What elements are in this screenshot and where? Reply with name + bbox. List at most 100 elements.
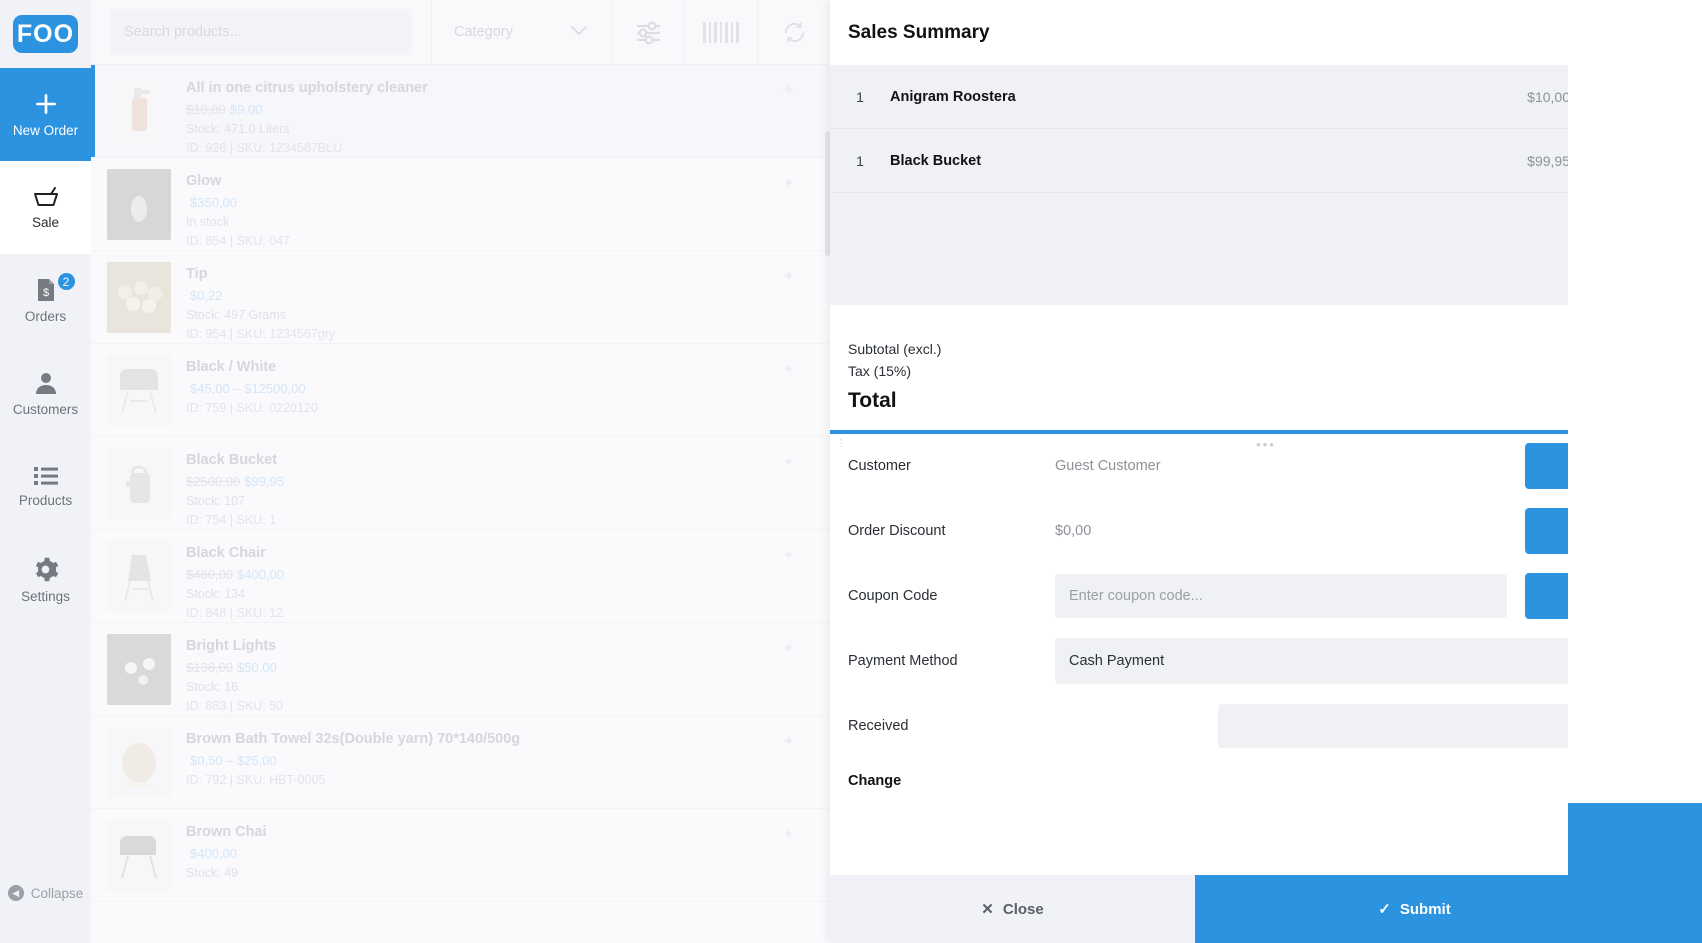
product-price: $460,00 $400,00 (186, 565, 284, 585)
product-new-price: $99,95 (244, 473, 284, 489)
basket-icon (32, 185, 60, 209)
pin-icon[interactable]: ✦ (782, 546, 795, 564)
product-old-price: $10,00 (186, 101, 226, 117)
product-stock: Stock: 16 (186, 679, 239, 694)
product-thumbnail (107, 541, 171, 612)
submit-label: Submit (1399, 900, 1451, 918)
sidebar: FOO New Order Sale 2 $ Orders Customers … (0, 0, 91, 943)
product-row[interactable]: Brown Chai $400,00 Stock: 49 ✦ (91, 809, 830, 902)
product-row[interactable]: Black / White $45,00 – $12500,00 ID: 759… (91, 344, 830, 437)
product-price: $400,00 (186, 844, 267, 864)
product-thumbnail (107, 727, 171, 798)
chevron-down-icon (571, 24, 587, 40)
pin-icon[interactable]: ✦ (782, 732, 795, 750)
coupon-placeholder: Enter coupon code... (1069, 588, 1203, 605)
product-thumbnail (107, 169, 171, 240)
product-meta: ID: 854 | SKU: 047 (186, 234, 290, 249)
product-new-price: $50,00 (237, 659, 277, 675)
sidebar-item-new-order[interactable]: New Order (0, 68, 91, 161)
product-price: $136,00 $50,00 (186, 658, 283, 678)
subtotal-label: Subtotal (excl.) (848, 341, 942, 357)
brand-logo[interactable]: FOO (0, 0, 91, 68)
plus-icon (33, 91, 59, 117)
product-stock: Stock: 134 (186, 586, 246, 601)
cart-quantity: 1 (856, 88, 864, 105)
sidebar-item-label: Orders (24, 309, 67, 325)
sidebar-item-products[interactable]: Products (0, 440, 91, 533)
payment-method-value: Cash Payment (1069, 653, 1165, 670)
refresh-icon[interactable] (758, 0, 830, 65)
products-panel: Search products... Category All in one c… (91, 0, 830, 943)
close-button[interactable]: ✕ Close (830, 875, 1195, 943)
discount-label: Order Discount (848, 523, 946, 540)
product-info: Black Bucket $2500,00 $99,95 Stock: 107 I… (186, 448, 284, 531)
product-name: All in one citrus upholstery cleaner (186, 80, 428, 96)
pin-icon[interactable]: ✦ (782, 453, 795, 471)
barcode-icon[interactable] (685, 0, 757, 65)
product-meta: ID: 926 | SKU: 1234567BLU (186, 141, 343, 156)
items-count: 2 items (848, 319, 1680, 335)
product-info: Glow $350,00 In stock ID: 854 | SKU: 047 (186, 169, 290, 252)
products-toolbar: Search products... Category (91, 0, 830, 65)
change-label: Change (848, 772, 902, 789)
orders-badge: 2 (55, 271, 77, 292)
check-icon: ✓ (1378, 901, 1391, 918)
product-meta: ID: 848 | SKU: 12 (186, 606, 284, 621)
product-price: $45,00 – $12500,00 (186, 379, 318, 399)
collapse-button[interactable]: ◀ Collapse (0, 883, 91, 943)
product-new-price: $0,22 (190, 287, 223, 303)
sidebar-item-sale[interactable]: Sale (0, 161, 91, 254)
sliders-icon[interactable] (612, 0, 684, 65)
sidebar-item-label: Sale (31, 215, 60, 231)
sidebar-item-settings[interactable]: Settings (0, 533, 91, 626)
category-select[interactable]: Category (432, 0, 611, 65)
product-row[interactable]: Bright Lights $136,00 $50,00 Stock: 16 ID… (91, 623, 830, 716)
pin-icon[interactable]: ✦ (782, 825, 795, 843)
pin-icon[interactable]: ✦ (782, 174, 795, 192)
tax-line: Tax (15%) $16,49 (848, 361, 1680, 383)
cart-unit-price: $10,00 (1527, 88, 1570, 105)
list-icon (33, 465, 59, 487)
product-stock: Stock: 497 Grams (186, 307, 287, 322)
product-name: Bright Lights (186, 638, 277, 654)
drag-handle[interactable]: ••• (1256, 437, 1276, 452)
product-price: $2500,00 $99,95 (186, 472, 284, 492)
product-stock: Stock: 49 (186, 865, 239, 880)
svg-text:$: $ (42, 287, 48, 299)
sidebar-item-orders[interactable]: 2 $ Orders (0, 254, 91, 347)
product-thumbnail (107, 820, 171, 891)
product-price: $0,22 (186, 286, 335, 306)
viewport-edge-mask-bottom (1568, 803, 1702, 943)
product-row[interactable]: Black Chair $460,00 $400,00 Stock: 134 ID… (91, 530, 830, 623)
product-row[interactable]: Black Bucket $2500,00 $99,95 Stock: 107 I… (91, 437, 830, 530)
product-meta: ID: 883 | SKU: 50 (186, 699, 284, 714)
product-thumbnail (107, 76, 171, 147)
product-row[interactable]: All in one citrus upholstery cleaner $10… (91, 65, 830, 158)
close-icon: ✕ (981, 901, 994, 918)
category-label: Category (454, 24, 513, 40)
product-name: Brown Bath Towel 32s(Double yarn) 70*140… (186, 731, 521, 747)
search-placeholder: Search products... (124, 24, 242, 40)
discount-value: $0,00 (1055, 523, 1092, 540)
pin-icon[interactable]: ✦ (782, 360, 795, 378)
search-input[interactable]: Search products... (110, 9, 412, 55)
product-list[interactable]: All in one citrus upholstery cleaner $10… (91, 65, 830, 943)
drag-handle-left[interactable]: ⋮ (836, 438, 846, 448)
coupon-input[interactable]: Enter coupon code... (1055, 574, 1507, 619)
product-new-price: $400,00 (190, 845, 237, 861)
product-stock: In stock (186, 214, 230, 229)
pin-icon[interactable]: ✦ (782, 639, 795, 657)
product-row[interactable]: Glow $350,00 In stock ID: 854 | SKU: 047… (91, 158, 830, 251)
close-label: Close (1002, 900, 1044, 918)
product-row[interactable]: Brown Bath Towel 32s(Double yarn) 70*140… (91, 716, 830, 809)
cart-unit-price: $99,95 (1527, 152, 1570, 169)
coupon-label: Coupon Code (848, 588, 938, 605)
product-price: $350,00 (186, 193, 290, 213)
pin-icon[interactable]: ✦ (782, 267, 795, 285)
page-title: Sales Summary (848, 21, 990, 43)
sidebar-item-label: Customers (12, 402, 79, 418)
product-row[interactable]: Tip $0,22 Stock: 497 Grams ID: 954 | SKU… (91, 251, 830, 344)
pin-icon[interactable]: ✦ (782, 81, 795, 99)
sidebar-item-customers[interactable]: Customers (0, 347, 91, 440)
